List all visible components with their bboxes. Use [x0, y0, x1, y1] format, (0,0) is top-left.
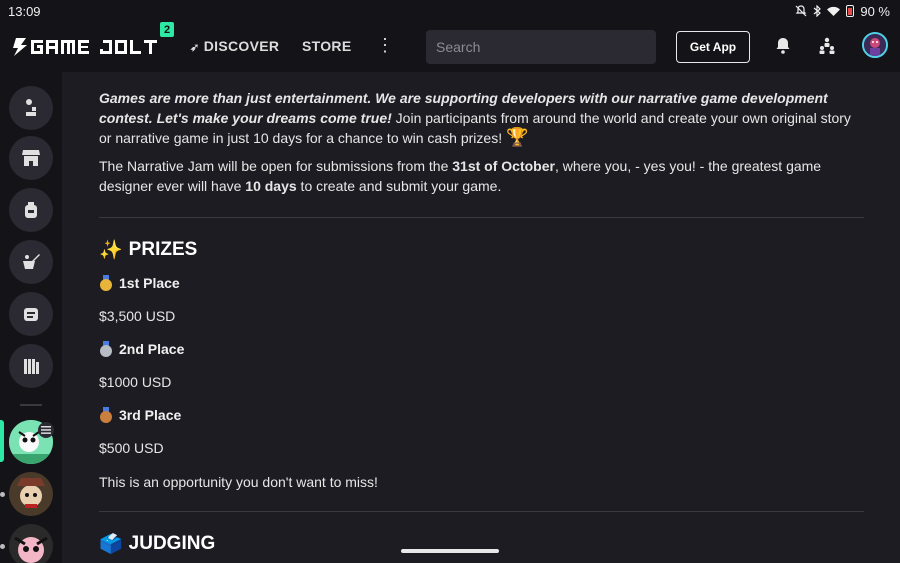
- friends-icon[interactable]: [817, 36, 837, 56]
- section-divider: [99, 217, 864, 218]
- community-menu-button[interactable]: [38, 422, 54, 438]
- gold-medal-icon: [99, 275, 113, 291]
- prize-amount: $500 USD: [99, 440, 164, 456]
- sidebar-item-jams[interactable]: [9, 240, 53, 284]
- silver-medal-icon: [99, 341, 113, 357]
- mute-icon: [795, 5, 807, 17]
- wifi-icon: [827, 6, 841, 16]
- main-content: Games are more than just entertainment. …: [62, 72, 900, 563]
- prize-place-label: 3rd Place: [119, 407, 182, 423]
- community-3-image: [9, 524, 53, 563]
- jam-icon: [23, 254, 40, 269]
- collection-shelf-icon: [24, 359, 39, 374]
- active-community-indicator: [0, 420, 4, 462]
- status-bar: 13:09 90 %: [0, 0, 900, 22]
- intro-paragraph: Games are more than just entertainment. …: [99, 88, 864, 148]
- sparkles-icon: ✨: [99, 240, 123, 261]
- battery-level: 90 %: [860, 3, 890, 19]
- bronze-medal-icon: [99, 407, 113, 423]
- submission-text-a: The Narrative Jam will be open for submi…: [99, 158, 453, 174]
- notification-count-badge[interactable]: 2: [160, 22, 174, 37]
- jam-description: Games are more than just entertainment. …: [99, 88, 864, 556]
- status-time: 13:09: [8, 3, 41, 19]
- prize-third-place: 3rd Place: [99, 407, 864, 423]
- bell-icon[interactable]: [773, 36, 793, 56]
- ballot-box-icon: 🗳️: [99, 534, 123, 555]
- unread-dot: [0, 492, 5, 497]
- top-nav: 2 ➶ DISCOVER STORE ⋮ Get App: [0, 22, 900, 72]
- robot-chat-icon: [24, 308, 38, 321]
- sidebar-item-library[interactable]: [9, 188, 53, 232]
- discover-label: DISCOVER: [203, 38, 280, 54]
- activity-feed-icon: [26, 99, 36, 116]
- prize-amount: $1000 USD: [99, 374, 172, 390]
- search-input[interactable]: [426, 30, 656, 64]
- logo-bolt-icon: [13, 38, 27, 56]
- backpack-icon: [25, 202, 37, 218]
- discover-link[interactable]: ➶ DISCOVER: [190, 38, 279, 54]
- sidebar-divider: [20, 404, 42, 406]
- prize-place-label: 2nd Place: [119, 341, 185, 357]
- battery-icon: [846, 5, 855, 17]
- prize-amount: $3,500 USD: [99, 308, 176, 324]
- prize-place-label: 1st Place: [119, 275, 180, 291]
- home-indicator[interactable]: [401, 549, 499, 553]
- get-app-button[interactable]: Get App: [676, 31, 750, 63]
- judging-heading-label: JUDGING: [128, 533, 216, 554]
- bluetooth-icon: [813, 5, 822, 17]
- gamejolt-logo[interactable]: [12, 36, 161, 58]
- store-icon: [22, 150, 40, 166]
- store-link[interactable]: STORE: [302, 38, 351, 54]
- prize-first-place: 1st Place: [99, 275, 864, 291]
- community-avatar-2[interactable]: [9, 472, 53, 516]
- trophy-icon: 🏆: [505, 127, 529, 147]
- prizes-closing-text: This is an opportunity you don't want to…: [99, 474, 378, 490]
- submission-duration: 10 days: [245, 178, 297, 194]
- sidebar-item-store[interactable]: [9, 136, 53, 180]
- more-menu-button[interactable]: ⋮: [376, 35, 394, 56]
- hamburger-icon: [41, 426, 51, 434]
- sidebar-item-collections[interactable]: [9, 344, 53, 388]
- sidebar-item-activity[interactable]: [9, 86, 53, 130]
- submission-paragraph: The Narrative Jam will be open for submi…: [99, 156, 864, 196]
- community-2-image: [9, 472, 53, 516]
- left-sidebar: [0, 72, 62, 563]
- status-icons: 90 %: [795, 4, 890, 19]
- avatar-image: [864, 34, 886, 56]
- community-avatar-3[interactable]: [9, 524, 53, 563]
- user-avatar[interactable]: [862, 32, 888, 58]
- section-divider: [99, 511, 864, 512]
- sidebar-item-chat[interactable]: [9, 292, 53, 336]
- logo-wordmark: [31, 40, 157, 54]
- submission-date: 31st of October: [452, 158, 555, 174]
- prizes-heading-label: PRIZES: [128, 239, 198, 260]
- compass-icon: ➶: [190, 42, 200, 54]
- submission-text-e: to create and submit your game.: [296, 178, 502, 194]
- unread-dot: [0, 544, 5, 549]
- prizes-heading: ✨ PRIZES: [99, 238, 864, 262]
- prize-second-place: 2nd Place: [99, 341, 864, 357]
- intro-dreams: Let's make your dreams come true!: [156, 110, 392, 126]
